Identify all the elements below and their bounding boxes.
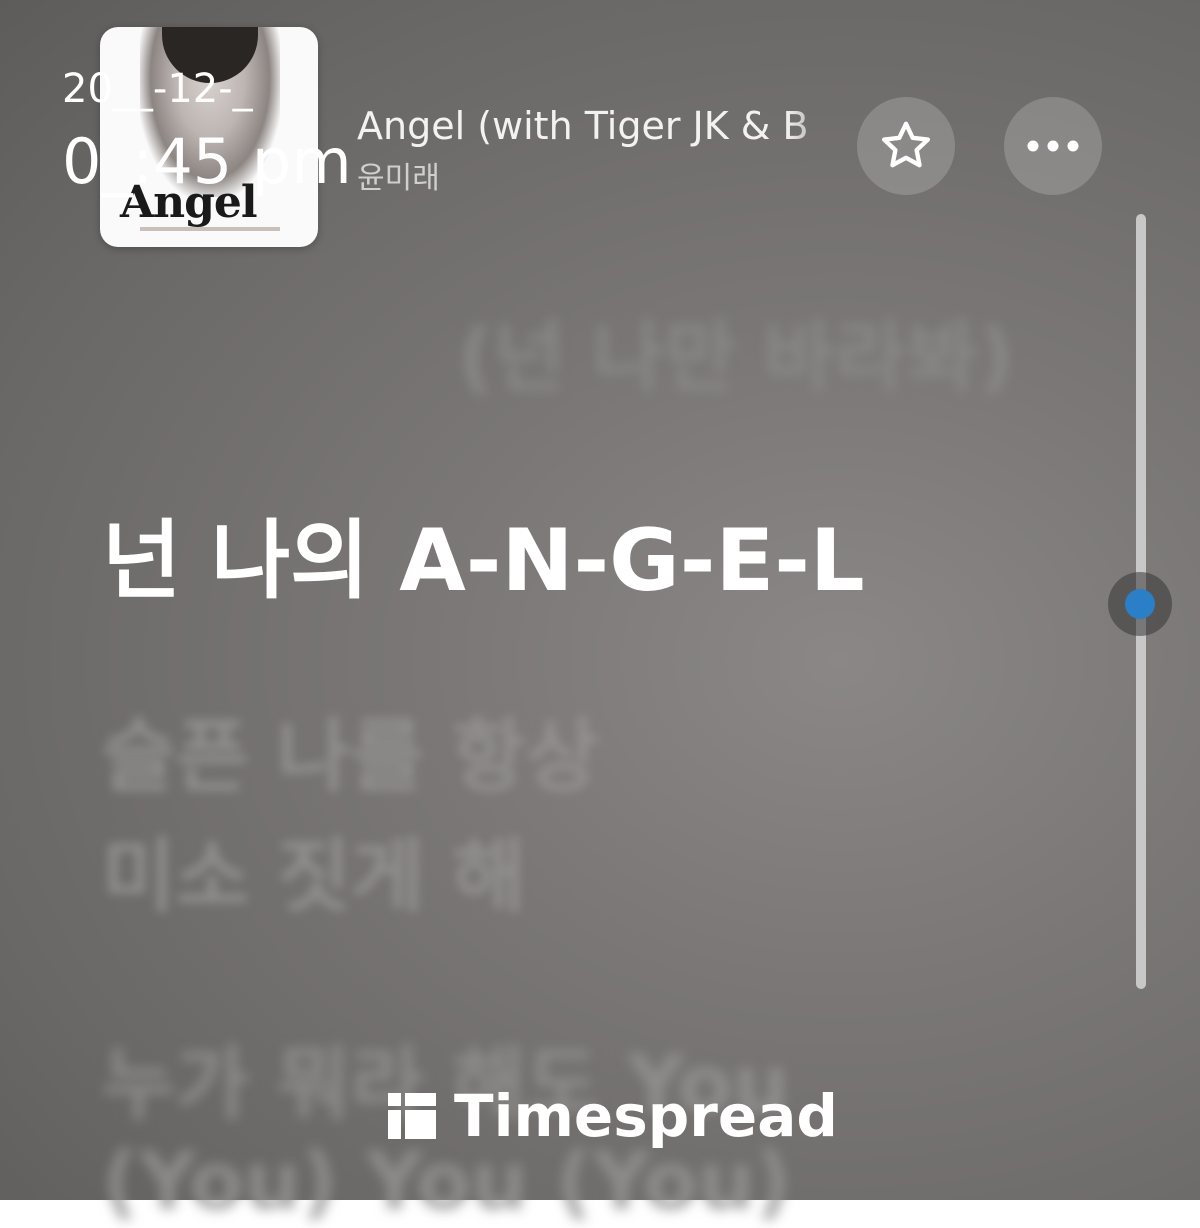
star-outline-icon (881, 121, 931, 168)
album-subtitle-bar (140, 227, 280, 231)
previous-lyric-line[interactable]: (넌 나만 바라봐) (458, 295, 1014, 407)
upcoming-lyric-line[interactable]: 슬픈 나를 항상 (102, 692, 599, 808)
lyrics-scrollbar-handle[interactable] (1108, 572, 1172, 636)
upcoming-lyric-line[interactable]: 미소 짓게 해 (102, 812, 526, 928)
watermark-text: Timespread (454, 1082, 838, 1150)
current-lyric-line[interactable]: 넌 나의 A-N-G-E-L (102, 490, 865, 615)
song-title[interactable]: Angel (with Tiger JK & B (357, 104, 845, 148)
more-options-button[interactable] (1004, 97, 1102, 195)
scroll-position-dot (1125, 589, 1155, 619)
timestamp-date: 20__-12-_ (62, 66, 253, 112)
timestamp-time: 0_:45 pm (62, 125, 352, 198)
timespread-logo-icon (388, 1093, 436, 1139)
timespread-watermark: Timespread (388, 1082, 838, 1150)
favorite-button[interactable] (857, 97, 955, 195)
ellipsis-icon (1027, 140, 1079, 152)
artist-name[interactable]: 윤미래 (357, 153, 440, 197)
